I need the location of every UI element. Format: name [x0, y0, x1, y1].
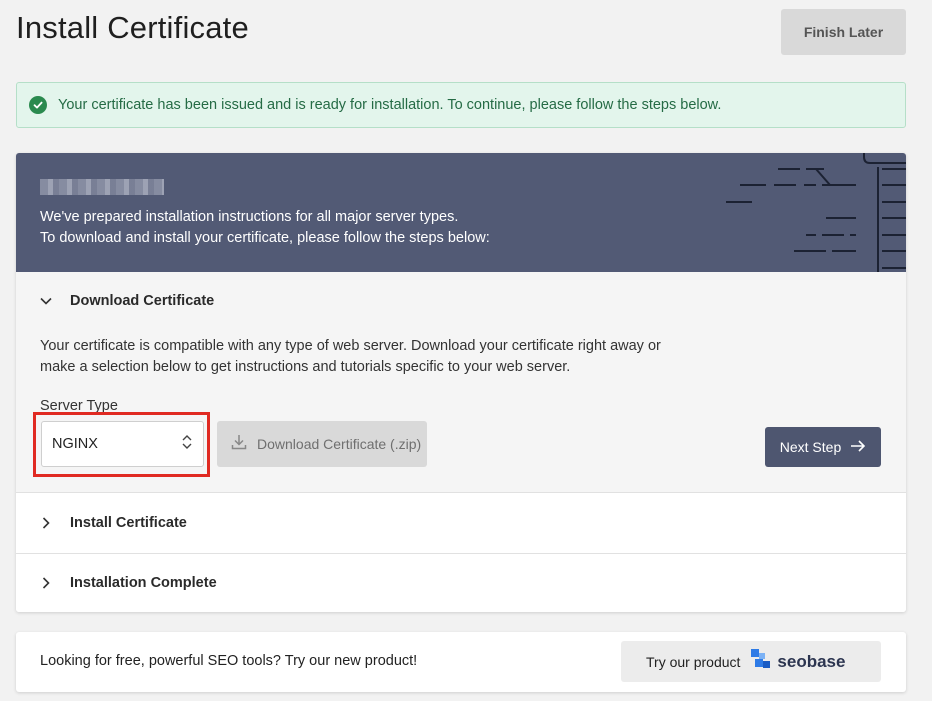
download-icon	[231, 434, 247, 455]
step-download-certificate: Download Certificate Your certificate is…	[16, 272, 906, 493]
brand-name: seobase	[777, 651, 846, 671]
check-circle-icon	[29, 96, 47, 114]
step-header-download[interactable]: Download Certificate	[16, 272, 906, 330]
arrow-right-icon	[850, 439, 866, 455]
try-product-label: Try our product	[646, 653, 741, 670]
page-title: Install Certificate	[16, 10, 249, 45]
success-alert: Your certificate has been issued and is …	[16, 82, 906, 128]
server-type-value: NGINX	[52, 436, 98, 452]
next-step-label: Next Step	[779, 439, 842, 455]
step-header-install[interactable]: Install Certificate	[16, 493, 906, 553]
step-description: Your certificate is compatible with any …	[40, 338, 661, 375]
step-title: Download Certificate	[70, 293, 215, 309]
blurred-domain-name	[40, 179, 164, 195]
step-install-certificate: Install Certificate	[16, 493, 906, 553]
step-header-complete[interactable]: Installation Complete	[16, 554, 906, 612]
try-product-button[interactable]: Try our product seobase	[621, 641, 881, 682]
promo-text: Looking for free, powerful SEO tools? Tr…	[40, 653, 418, 669]
banner-line-2: To download and install your certificate…	[40, 230, 490, 246]
chevron-right-icon	[38, 515, 54, 531]
up-down-chevron-icon	[181, 434, 193, 455]
decorative-lines-graphic	[726, 153, 906, 272]
step-title: Install Certificate	[70, 515, 187, 531]
finish-later-button[interactable]: Finish Later	[781, 9, 906, 55]
banner-line-1: We've prepared installation instructions…	[40, 209, 459, 225]
seobase-logo-icon	[750, 648, 772, 675]
server-type-select[interactable]: NGINX	[41, 421, 204, 467]
instructions-banner: We've prepared installation instructions…	[16, 153, 906, 272]
chevron-right-icon	[38, 575, 54, 591]
promo-card: Looking for free, powerful SEO tools? Tr…	[16, 632, 906, 692]
step-title: Installation Complete	[70, 575, 217, 591]
download-certificate-button[interactable]: Download Certificate (.zip)	[217, 421, 427, 467]
step-installation-complete: Installation Complete	[16, 554, 906, 612]
alert-message: Your certificate has been issued and is …	[58, 97, 722, 113]
install-card: We've prepared installation instructions…	[16, 153, 906, 612]
download-label: Download Certificate (.zip)	[257, 436, 422, 452]
next-step-button[interactable]: Next Step	[765, 427, 881, 467]
chevron-down-icon	[38, 293, 54, 309]
